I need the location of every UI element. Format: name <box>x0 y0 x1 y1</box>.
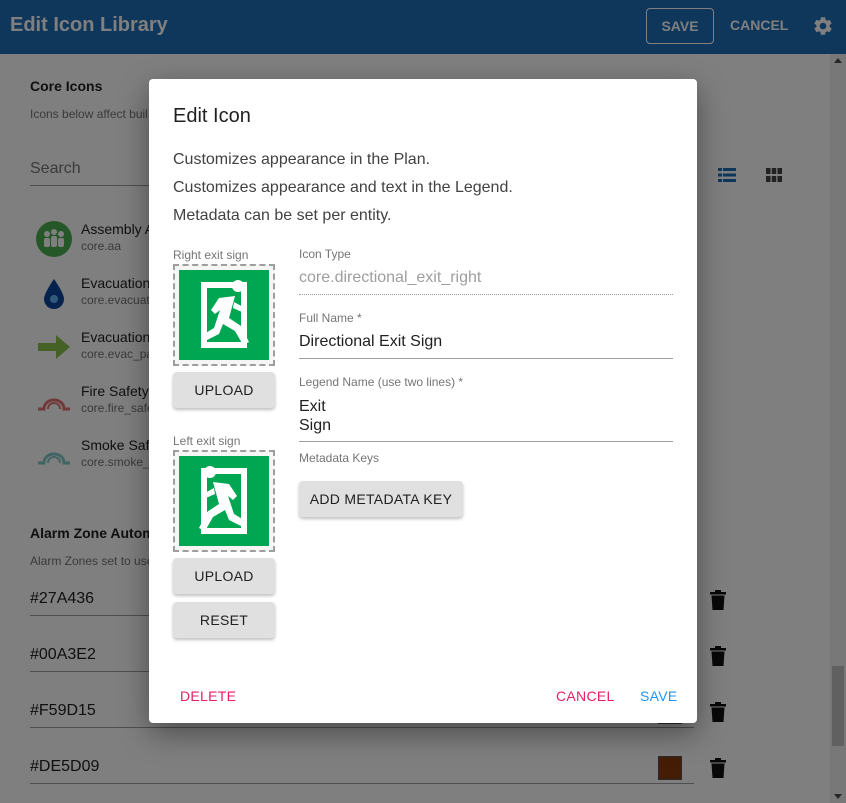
reset-button[interactable]: RESET <box>173 602 275 638</box>
upload-right-button[interactable]: UPLOAD <box>173 372 275 408</box>
dialog-description: Customizes appearance and text in the Le… <box>173 179 513 196</box>
legend-name-line2: Sign <box>299 417 332 434</box>
full-name-label: Full Name * <box>299 311 362 325</box>
exit-sign-right-icon <box>179 270 269 360</box>
metadata-keys-label: Metadata Keys <box>299 451 380 465</box>
save-button[interactable]: SAVE <box>640 688 678 704</box>
legend-name-label: Legend Name (use two lines) * <box>299 375 464 389</box>
legend-name-field[interactable]: Exit Sign <box>299 397 673 442</box>
dialog-title: Edit Icon <box>173 105 251 127</box>
right-exit-sign-label: Right exit sign <box>173 248 249 262</box>
full-name-field[interactable]: Directional Exit Sign <box>299 333 673 359</box>
cancel-button[interactable]: CANCEL <box>556 688 615 704</box>
dialog-description: Customizes appearance in the Plan. <box>173 151 431 168</box>
delete-button[interactable]: DELETE <box>180 688 236 704</box>
left-exit-sign-label: Left exit sign <box>173 434 241 448</box>
icon-type-field: core.directional_exit_right <box>299 269 673 295</box>
right-exit-sign-preview <box>173 264 275 366</box>
exit-sign-left-icon <box>179 456 269 546</box>
edit-icon-dialog: Edit Icon Customizes appearance in the P… <box>149 79 697 723</box>
dialog-description: Metadata can be set per entity. <box>173 207 392 224</box>
add-metadata-key-button[interactable]: ADD METADATA KEY <box>299 481 463 517</box>
upload-left-button[interactable]: UPLOAD <box>173 558 275 594</box>
left-exit-sign-preview <box>173 450 275 552</box>
legend-name-line1: Exit <box>299 398 326 415</box>
icon-type-label: Icon Type <box>299 247 351 261</box>
